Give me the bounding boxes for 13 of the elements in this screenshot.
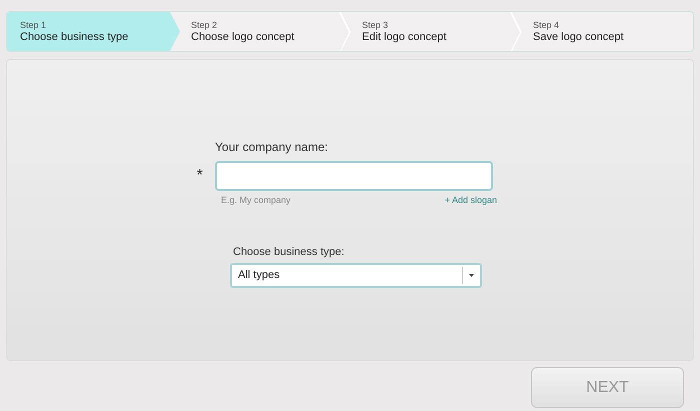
step-tab[interactable]: Step 2 Choose logo concept	[178, 12, 351, 51]
company-name-field[interactable]	[214, 161, 493, 191]
step-tab[interactable]: Step 1 Choose business type	[7, 12, 180, 51]
chevron-divider-icon	[339, 12, 351, 51]
business-type-select[interactable]: All types	[230, 263, 482, 288]
field-label: Choose business type:	[233, 244, 346, 260]
chevron-divider-icon	[510, 12, 522, 51]
required-mark: *	[196, 166, 204, 186]
field-label: Your company name:	[215, 139, 329, 156]
step-tab[interactable]: Step 3 Edit logo concept	[349, 12, 522, 51]
caret-icon	[469, 274, 474, 277]
hint-text: E.g. My company	[221, 194, 291, 207]
step-tab[interactable]: Step 4 Save logo concept	[520, 12, 693, 51]
